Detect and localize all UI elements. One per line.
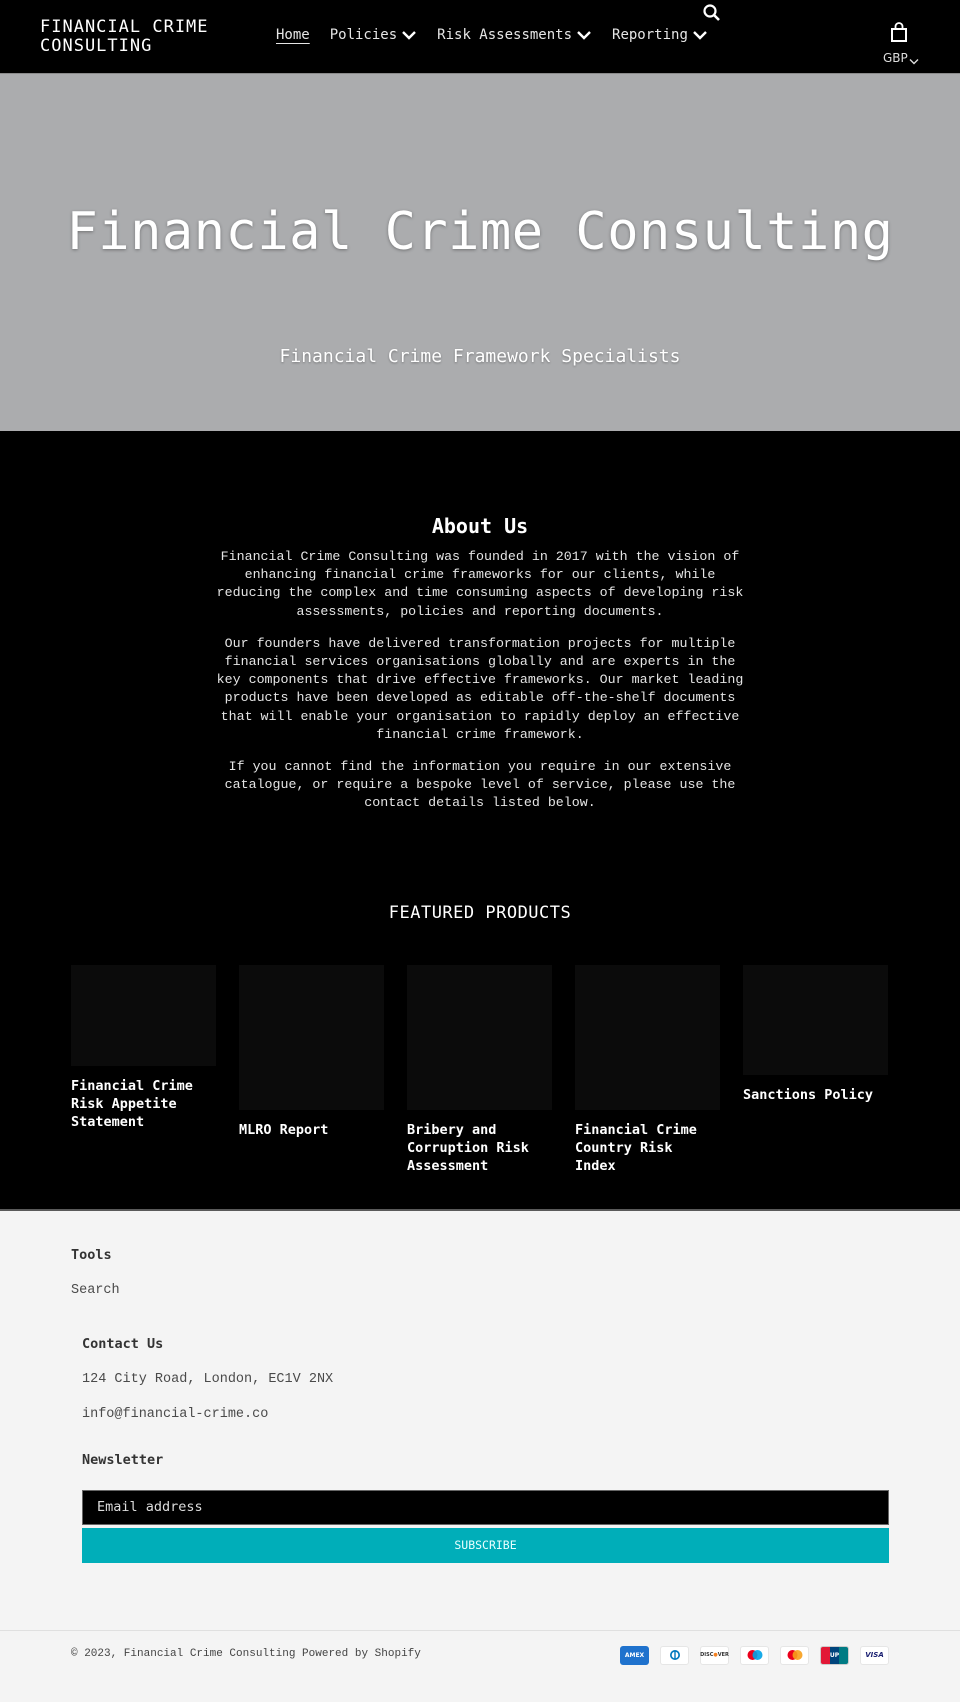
- footer-link-search[interactable]: Search: [71, 1283, 120, 1298]
- product-title[interactable]: Financial Crime Country Risk Index: [575, 1121, 720, 1175]
- chevron-down-icon: [577, 31, 591, 40]
- newsletter-email-input[interactable]: [82, 1489, 889, 1525]
- product-card[interactable]: Financial Crime Risk Appetite Statement: [71, 964, 216, 1131]
- hero-banner: Financial Crime Consulting Financial Cri…: [0, 74, 960, 431]
- nav-item-label: Policies: [329, 27, 398, 43]
- discover-icon: DISC ● VER: [700, 1645, 729, 1665]
- nav-item-label: Reporting: [612, 27, 688, 43]
- chevron-down-icon: [402, 31, 417, 40]
- product-card[interactable]: Financial Crime Country Risk Index: [575, 964, 720, 1175]
- nav-item-policies[interactable]: Policies: [330, 27, 417, 43]
- product-card[interactable]: Sanctions Policy: [743, 964, 888, 1104]
- featured-heading: FEATURED PRODUCTS: [388, 902, 572, 923]
- currency-selector[interactable]: GBP: [883, 51, 919, 65]
- copyright: © 2023, Financial Crime Consulting Power…: [71, 1648, 421, 1660]
- payment-icons: AMEX DISC ● VER UP VISA: [620, 1645, 889, 1665]
- nav-item-label: Risk Assessments: [437, 27, 573, 43]
- nav-item-risk-assessments[interactable]: Risk Assessments: [437, 27, 592, 43]
- about-paragraph: If you cannot find the information you r…: [224, 759, 736, 811]
- hero-title: Financial Crime Consulting: [66, 202, 894, 262]
- visa-icon: VISA: [860, 1645, 889, 1665]
- currency-label: GBP: [883, 51, 908, 65]
- unionpay-icon: UP: [820, 1645, 849, 1665]
- hero-subtitle: Financial Crime Framework Specialists: [279, 346, 681, 367]
- contact-email: info@financial-crime.co: [82, 1406, 269, 1422]
- footer-bottom-bar: © 2023, Financial Crime Consulting Power…: [0, 1629, 960, 1702]
- subscribe-button[interactable]: SUBSCRIBE: [82, 1527, 889, 1563]
- footer-newsletter: Newsletter SUBSCRIBE: [82, 1452, 889, 1563]
- main-nav: Home Policies Risk Assessments Reporting: [276, 27, 708, 43]
- product-card[interactable]: Bribery and Corruption Risk Assessment: [407, 964, 552, 1175]
- product-card[interactable]: MLRO Report: [239, 964, 384, 1139]
- shopping-bag-icon[interactable]: [889, 22, 909, 44]
- maestro-icon: [740, 1645, 769, 1665]
- footer-tools: Tools Search: [71, 1247, 120, 1298]
- product-title[interactable]: Bribery and Corruption Risk Assessment: [407, 1121, 552, 1175]
- product-image[interactable]: [575, 964, 720, 1110]
- search-icon[interactable]: [702, 3, 722, 23]
- powered-by-link[interactable]: Powered by Shopify: [302, 1648, 421, 1660]
- product-image[interactable]: [407, 964, 552, 1110]
- amex-icon: AMEX: [620, 1645, 649, 1665]
- nav-item-label: Home: [276, 27, 310, 43]
- about-paragraph: Our founders have delivered transformati…: [216, 635, 744, 742]
- footer-contact: Contact Us 124 City Road, London, EC1V 2…: [82, 1336, 333, 1422]
- about-section: About Us Financial Crime Consulting was …: [0, 431, 960, 813]
- newsletter-heading: Newsletter: [82, 1451, 164, 1468]
- site-header: FINANCIAL CRIME CONSULTING Home Policies…: [0, 0, 960, 74]
- nav-item-reporting[interactable]: Reporting: [612, 27, 708, 43]
- about-heading: About Us: [431, 514, 529, 538]
- about-paragraph: Financial Crime Consulting was founded i…: [216, 549, 744, 619]
- chevron-down-icon: [909, 59, 919, 65]
- mastercard-icon: [780, 1645, 809, 1665]
- contact-address: 124 City Road, London, EC1V 2NX: [82, 1371, 334, 1387]
- chevron-down-icon: [693, 31, 707, 40]
- featured-products-section: FEATURED PRODUCTS Financial Crime Risk A…: [0, 826, 960, 1209]
- diners-club-icon: [660, 1645, 689, 1665]
- product-image[interactable]: [239, 964, 384, 1110]
- nav-item-home[interactable]: Home: [276, 27, 310, 43]
- tools-heading: Tools: [71, 1246, 112, 1263]
- product-title[interactable]: MLRO Report: [239, 1121, 384, 1139]
- product-title[interactable]: Sanctions Policy: [743, 1086, 888, 1104]
- copyright-text: © 2023, Financial Crime Consulting: [71, 1647, 296, 1660]
- product-image[interactable]: [743, 964, 888, 1075]
- product-image[interactable]: [71, 964, 216, 1066]
- site-logo[interactable]: FINANCIAL CRIME CONSULTING: [40, 18, 230, 56]
- contact-heading: Contact Us: [82, 1335, 164, 1352]
- product-grid: Financial Crime Risk Appetite Statement …: [0, 964, 960, 1175]
- product-title[interactable]: Financial Crime Risk Appetite Statement: [71, 1077, 216, 1131]
- site-footer: Tools Search Contact Us 124 City Road, L…: [0, 1208, 960, 1702]
